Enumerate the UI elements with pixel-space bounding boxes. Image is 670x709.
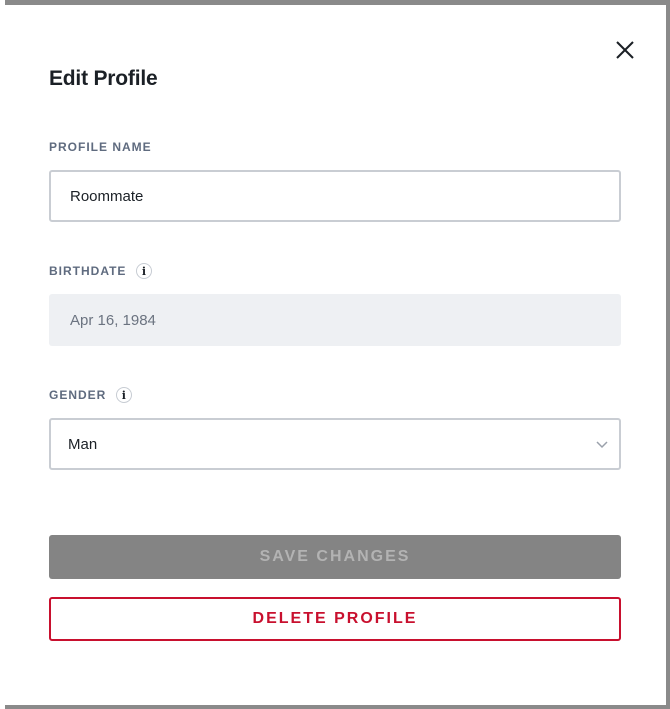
- profile-name-input[interactable]: Roommate: [49, 170, 621, 222]
- save-changes-button[interactable]: SAVE CHANGES: [49, 535, 621, 579]
- edit-profile-modal: Edit Profile PROFILE NAME Roommate BIRTH…: [5, 5, 666, 705]
- birthdate-label: BIRTHDATE i: [49, 263, 153, 279]
- gender-select[interactable]: Man: [49, 418, 621, 470]
- delete-profile-button[interactable]: DELETE PROFILE: [49, 597, 621, 641]
- profile-name-label-text: PROFILE NAME: [49, 140, 152, 154]
- close-button[interactable]: [611, 36, 639, 64]
- profile-name-label: PROFILE NAME: [49, 140, 152, 154]
- birthdate-value: Apr 16, 1984: [70, 311, 156, 329]
- chevron-down-icon: [596, 441, 608, 449]
- save-changes-label: SAVE CHANGES: [259, 548, 411, 565]
- gender-label: GENDER i: [49, 387, 133, 403]
- birthdate-label-text: BIRTHDATE: [49, 264, 127, 278]
- birthdate-field: Apr 16, 1984: [49, 294, 621, 346]
- modal-title: Edit Profile: [49, 67, 158, 90]
- gender-info-icon[interactable]: i: [116, 387, 133, 403]
- gender-value: Man: [68, 435, 98, 453]
- gender-label-text: GENDER: [49, 388, 107, 402]
- profile-name-value: Roommate: [70, 187, 144, 205]
- close-icon: [616, 41, 634, 59]
- delete-profile-label: DELETE PROFILE: [252, 610, 418, 627]
- birthdate-info-icon[interactable]: i: [136, 263, 153, 279]
